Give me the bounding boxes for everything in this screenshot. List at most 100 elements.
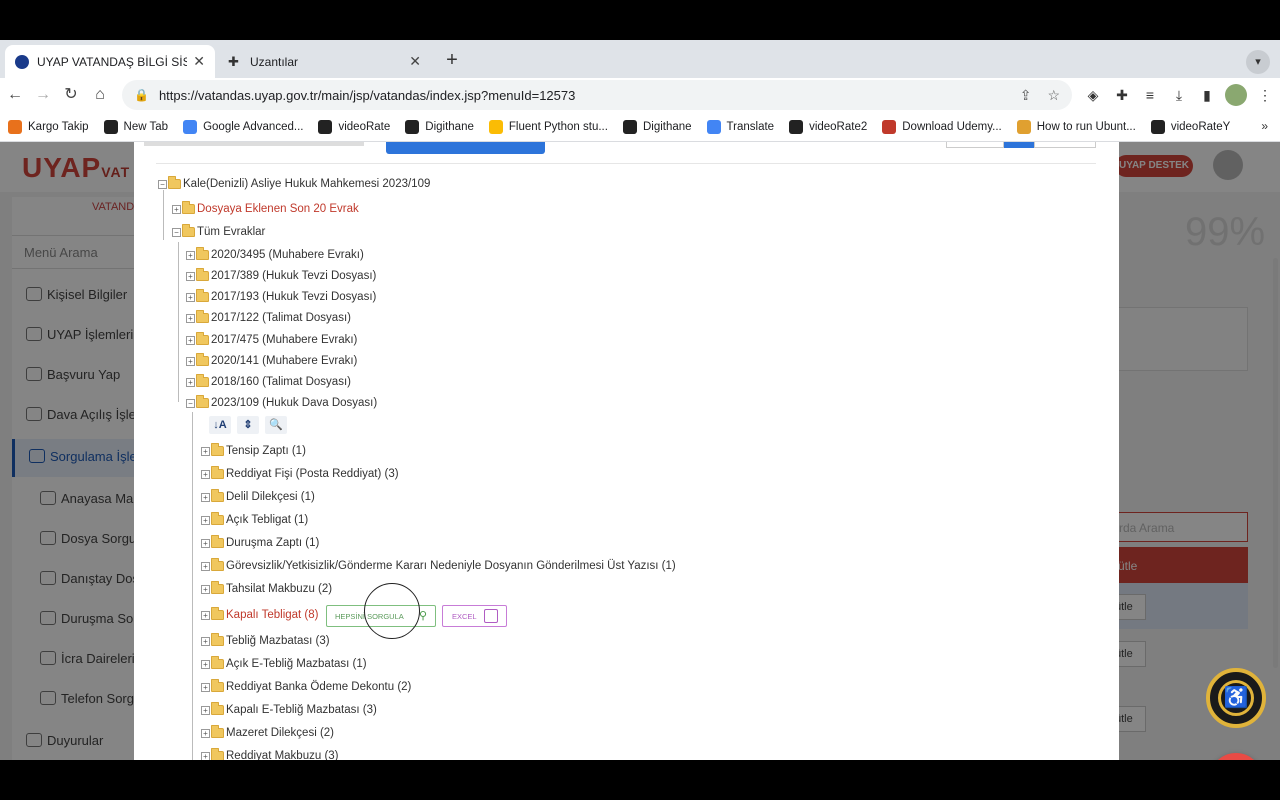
- tree-node[interactable]: + Açık Tebligat (1): [201, 510, 308, 530]
- kebab-menu-icon[interactable]: ⋮: [1254, 84, 1276, 106]
- reload-icon[interactable]: ↻: [60, 84, 82, 106]
- bookmark-item[interactable]: How to run Ubunt...: [1016, 119, 1136, 134]
- tree-node[interactable]: +2020/141 (Muhabere Evrakı): [186, 351, 357, 371]
- expand-icon[interactable]: +: [186, 335, 195, 345]
- tree-node[interactable]: + Dosyaya Eklenen Son 20 Evrak: [172, 199, 359, 219]
- close-icon[interactable]: ✕: [409, 53, 421, 70]
- bookmark-item[interactable]: videoRate: [318, 119, 390, 134]
- accessibility-button[interactable]: ♿: [1206, 668, 1266, 728]
- expand-icon[interactable]: +: [186, 356, 195, 366]
- expand-icon[interactable]: +: [201, 561, 210, 571]
- expand-icon[interactable]: +: [201, 492, 210, 502]
- sort-icon[interactable]: ↓A: [209, 416, 231, 434]
- expand-icon[interactable]: +: [201, 469, 210, 479]
- folder-icon: [211, 656, 224, 669]
- collapse-icon[interactable]: −: [158, 179, 167, 189]
- tree-node[interactable]: − Tüm Evraklar: [172, 222, 265, 242]
- reading-list-icon[interactable]: ≡: [1139, 84, 1161, 106]
- share-icon[interactable]: ⇪: [1020, 87, 1032, 104]
- tree-node[interactable]: + Mazeret Dilekçesi (2): [201, 723, 334, 743]
- expand-icon[interactable]: +: [201, 538, 210, 548]
- tree-node[interactable]: +2017/122 (Talimat Dosyası): [186, 308, 351, 328]
- puzzle-icon[interactable]: ✚: [1111, 84, 1133, 106]
- expand-icon[interactable]: +: [201, 610, 210, 620]
- tab-uyap[interactable]: UYAP VATANDAŞ BİLGİ SİSTEMİ ✕: [5, 45, 215, 78]
- bookmarks-more-icon[interactable]: »: [1261, 119, 1268, 133]
- bookmark-item[interactable]: videoRate2: [789, 119, 867, 134]
- expand-icon[interactable]: +: [201, 515, 210, 525]
- view-toggle-right[interactable]: [1034, 142, 1096, 148]
- tree-node[interactable]: +2018/160 (Talimat Dosyası): [186, 372, 351, 392]
- tree-node-label: Görevsizlik/Yetkisizlik/Gönderme Kararı …: [226, 560, 676, 572]
- bookmark-item[interactable]: Digithane: [405, 119, 474, 134]
- tree-node[interactable]: +2017/193 (Hukuk Tevzi Dosyası): [186, 287, 376, 307]
- bookmark-item[interactable]: videoRateY: [1150, 119, 1230, 134]
- close-icon[interactable]: ✕: [193, 53, 205, 70]
- tree-node[interactable]: + Tebliğ Mazbatası (3): [201, 631, 330, 651]
- expand-icon[interactable]: +: [201, 728, 210, 738]
- excel-button[interactable]: EXCEL: [442, 605, 507, 627]
- tree-node[interactable]: + Reddiyat Fişi (Posta Reddiyat) (3): [201, 464, 399, 484]
- expand-icon[interactable]: +: [201, 446, 210, 456]
- expand-icon[interactable]: +: [201, 584, 210, 594]
- forward-icon[interactable]: →: [32, 84, 54, 106]
- bookmark-item[interactable]: Download Udemy...: [882, 119, 1002, 134]
- new-tab-button[interactable]: +: [440, 49, 464, 73]
- tree-node[interactable]: + Kapalı Tebligat (8): [201, 605, 318, 625]
- tab-extensions[interactable]: ✚ Uzantılar ✕: [218, 45, 431, 78]
- tree-node[interactable]: + Reddiyat Banka Ödeme Dekontu (2): [201, 677, 411, 697]
- expand-collapse-icon[interactable]: ⇕: [237, 416, 259, 434]
- expand-icon[interactable]: +: [186, 271, 195, 281]
- expand-icon[interactable]: +: [186, 377, 195, 387]
- bookmark-favicon-icon: [789, 119, 804, 134]
- home-icon[interactable]: ⌂: [89, 84, 111, 106]
- tree-node-label: Kapalı E-Tebliğ Mazbatası (3): [226, 704, 377, 716]
- tree-node[interactable]: + Tensip Zaptı (1): [201, 441, 306, 461]
- tree-node[interactable]: +2017/389 (Hukuk Tevzi Dosyası): [186, 266, 376, 286]
- tree-node[interactable]: + Duruşma Zaptı (1): [201, 533, 319, 553]
- profile-avatar[interactable]: [1225, 84, 1247, 106]
- expand-icon[interactable]: +: [201, 682, 210, 692]
- page-content: UYAPVAT UYAP DESTEK VATANDA Menü Arama K…: [0, 142, 1280, 760]
- tab-search-icon[interactable]: ▾: [1246, 50, 1270, 74]
- tree-node[interactable]: + Delil Dilekçesi (1): [201, 487, 315, 507]
- folder-icon: [211, 702, 224, 715]
- bookmark-item[interactable]: Kargo Takip: [8, 119, 89, 134]
- bookmark-item[interactable]: Digithane: [622, 119, 692, 134]
- tree-node[interactable]: + Görevsizlik/Yetkisizlik/Gönderme Kararı…: [201, 556, 676, 576]
- lock-icon[interactable]: 🔒: [134, 88, 149, 102]
- download-icon[interactable]: ⤓: [1168, 84, 1190, 106]
- expand-icon[interactable]: +: [201, 659, 210, 669]
- expand-icon[interactable]: +: [172, 204, 181, 214]
- side-panel-icon[interactable]: ▮: [1196, 84, 1218, 106]
- back-icon[interactable]: ←: [4, 84, 26, 106]
- expand-icon[interactable]: +: [201, 751, 210, 760]
- tree-node[interactable]: +2017/475 (Muhabere Evrakı): [186, 330, 357, 350]
- collapse-icon[interactable]: −: [172, 227, 181, 237]
- expand-icon[interactable]: +: [186, 250, 195, 260]
- expand-icon[interactable]: +: [201, 705, 210, 715]
- bookmark-star-icon[interactable]: ☆: [1047, 87, 1060, 104]
- bookmark-item[interactable]: Translate: [706, 119, 774, 134]
- page-scrollbar[interactable]: [1273, 258, 1278, 668]
- address-bar[interactable]: 🔒 https://vatandas.uyap.gov.tr/main/jsp/…: [122, 80, 1072, 110]
- tree-node[interactable]: − 2023/109 (Hukuk Dava Dosyası): [186, 393, 377, 413]
- tree-root[interactable]: − Kale(Denizli) Asliye Hukuk Mahkemesi 20…: [158, 174, 430, 194]
- search-icon[interactable]: 🔍: [265, 416, 287, 434]
- view-toggle-left[interactable]: [946, 142, 1004, 148]
- bookmark-item[interactable]: New Tab: [103, 119, 168, 134]
- bookmark-item[interactable]: Google Advanced...: [183, 119, 303, 134]
- tree-node[interactable]: +2020/3495 (Muhabere Evrakı): [186, 245, 364, 265]
- tree-node[interactable]: + Tahsilat Makbuzu (2): [201, 579, 332, 599]
- collapse-icon[interactable]: −: [186, 398, 195, 408]
- tree-node[interactable]: + Reddiyat Makbuzu (3): [201, 746, 339, 760]
- expand-icon[interactable]: +: [201, 636, 210, 646]
- query-button[interactable]: [386, 142, 545, 154]
- view-toggle-middle[interactable]: [1004, 142, 1034, 148]
- expand-icon[interactable]: +: [186, 313, 195, 323]
- tree-node[interactable]: + Kapalı E-Tebliğ Mazbatası (3): [201, 700, 377, 720]
- expand-icon[interactable]: +: [186, 292, 195, 302]
- bookmark-item[interactable]: Fluent Python stu...: [488, 119, 608, 134]
- extension-icon[interactable]: ◈: [1082, 84, 1104, 106]
- tree-node[interactable]: + Açık E-Tebliğ Mazbatası (1): [201, 654, 367, 674]
